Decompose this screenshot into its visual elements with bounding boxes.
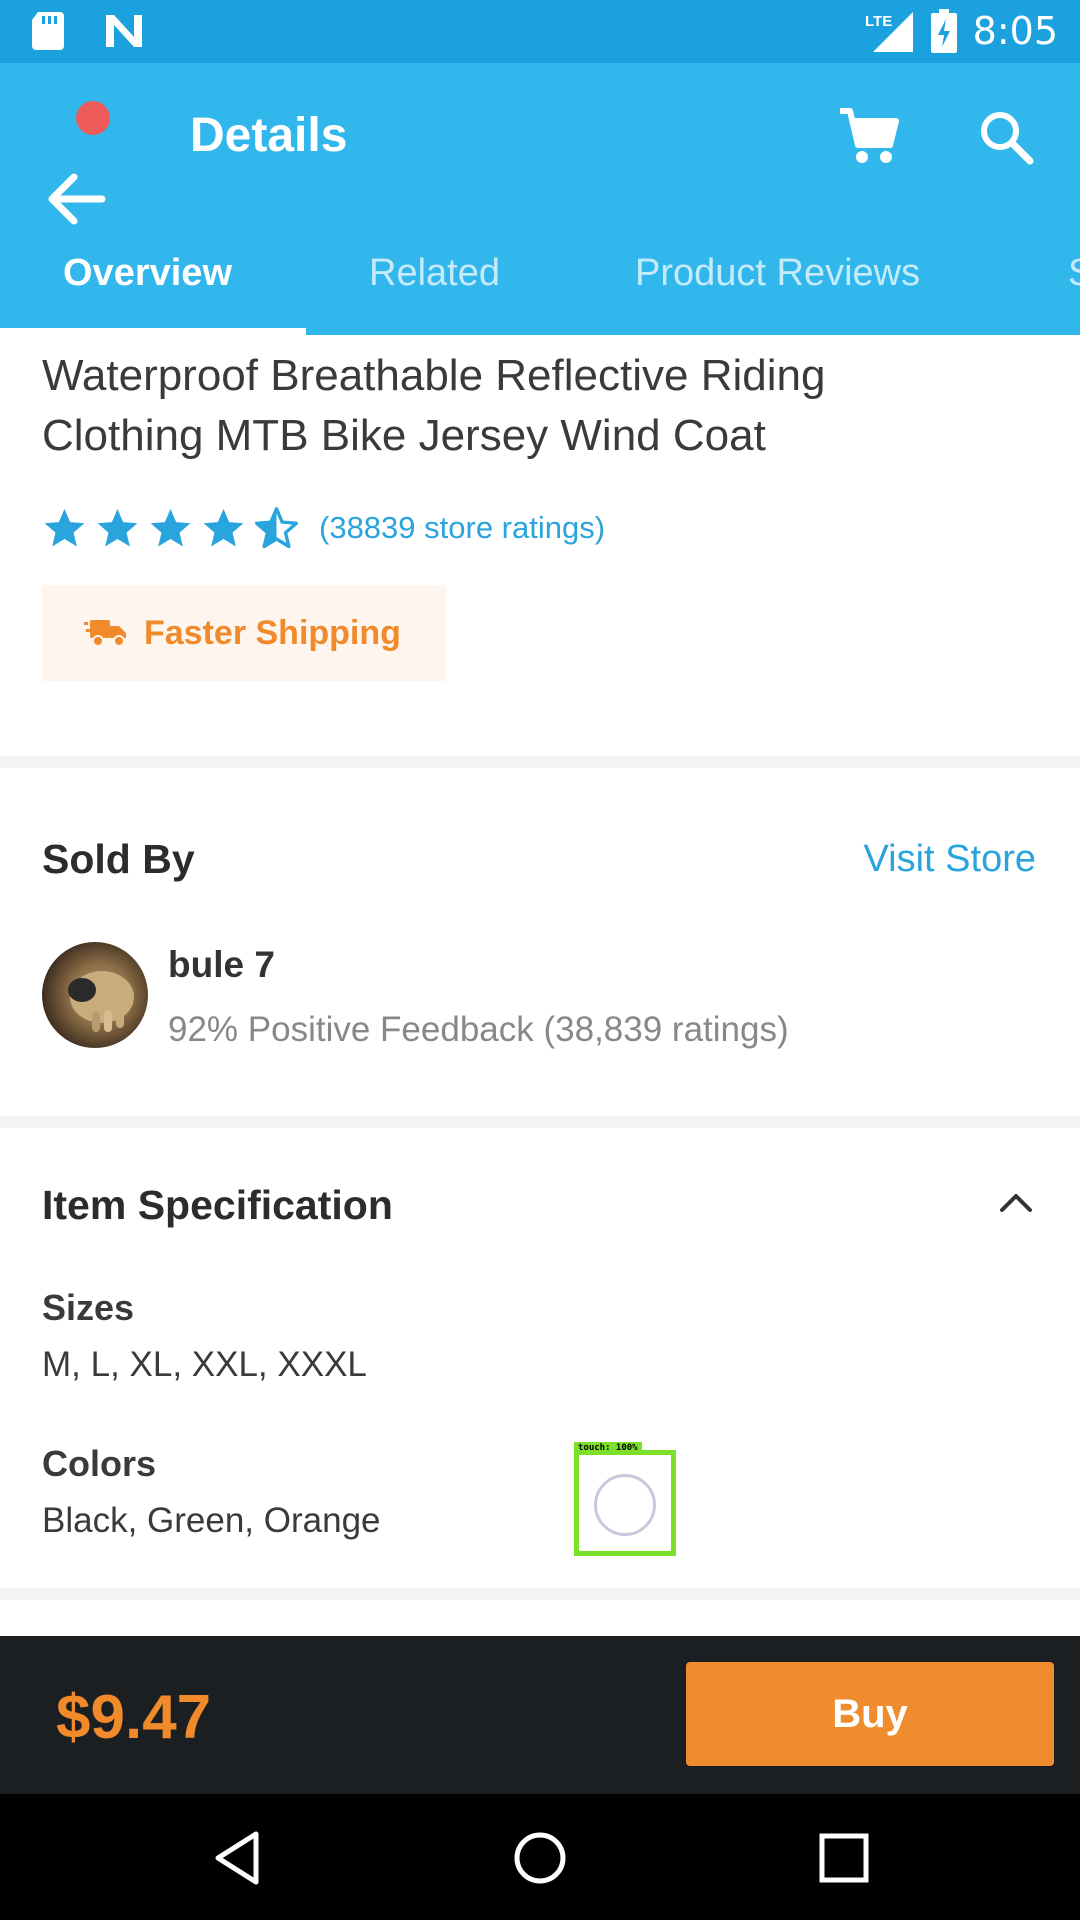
notification-n-icon <box>106 15 142 47</box>
touch-indicator-label: touch: 100% <box>574 1442 642 1454</box>
tab-overflow[interactable]: S <box>1068 252 1080 295</box>
spec-label-colors: Colors <box>42 1443 157 1484</box>
tab-overview[interactable]: Overview <box>63 252 232 295</box>
faster-shipping-label: Faster Shipping <box>144 613 401 652</box>
spec-value-sizes: M, L, XL, XXL, XXXL <box>42 1345 367 1384</box>
divider <box>0 1588 1080 1600</box>
back-arrow-icon[interactable] <box>44 163 114 233</box>
search-icon[interactable] <box>978 109 1034 165</box>
star-half-icon <box>254 506 299 548</box>
lte-signal-icon: LTE <box>865 12 913 52</box>
tab-bar: Overview Related Product Reviews S <box>0 238 1080 335</box>
star-icon <box>44 508 85 546</box>
faster-shipping-badge: Faster Shipping <box>42 585 446 681</box>
network-label: LTE <box>865 13 892 30</box>
product-title-line-1: Waterproof Breathable Reflective Riding <box>42 351 826 400</box>
chevron-up-icon[interactable] <box>996 1188 1036 1218</box>
spec-label-sizes: Sizes <box>42 1287 135 1328</box>
glove-image <box>68 971 134 1032</box>
system-nav-bar <box>0 1794 1080 1920</box>
tab-product-reviews[interactable]: Product Reviews <box>635 252 920 295</box>
item-specification-title: Item Specification <box>42 1182 393 1228</box>
sd-card-icon <box>32 12 64 50</box>
buy-button[interactable]: Buy <box>686 1662 1054 1766</box>
star-icon <box>97 508 138 546</box>
price: $9.47 <box>56 1683 212 1752</box>
seller-feedback: 92% Positive Feedback (38,839 ratings) <box>168 1010 789 1049</box>
app-bar: Details Overview Related Product Reviews… <box>0 63 1080 335</box>
product-title-line-2: Clothing MTB Bike Jersey Wind Coat <box>42 411 766 460</box>
status-bar: LTE 8:05 <box>0 0 1080 63</box>
delivery-truck-icon <box>84 620 126 647</box>
bottom-purchase-bar: $9.47 Buy <box>0 1636 1080 1794</box>
status-time: 8:05 <box>972 9 1058 53</box>
visit-store-link[interactable]: Visit Store <box>864 838 1036 881</box>
rating-row[interactable]: (38839 store ratings) <box>42 504 605 552</box>
seller-avatar[interactable] <box>42 942 148 1048</box>
tab-related[interactable]: Related <box>369 252 500 295</box>
screen: LTE 8:05 Details Overview Related Produc… <box>0 0 1080 1920</box>
nav-recents-icon[interactable] <box>812 1826 876 1890</box>
star-icon <box>150 508 191 546</box>
rating-stars <box>42 506 299 551</box>
sold-by-title: Sold By <box>42 836 195 882</box>
divider <box>0 756 1080 768</box>
nav-home-icon[interactable] <box>508 1826 572 1890</box>
divider <box>0 1116 1080 1128</box>
page-title: Details <box>190 109 348 162</box>
touch-indicator-circle <box>594 1474 656 1536</box>
cart-icon[interactable] <box>838 105 900 167</box>
product-title: Waterproof Breathable Reflective Riding … <box>42 346 1032 466</box>
tab-indicator <box>0 328 306 335</box>
spec-value-colors: Black, Green, Orange <box>42 1501 381 1540</box>
star-icon <box>203 508 244 546</box>
notification-dot <box>76 101 110 135</box>
rating-count[interactable]: (38839 store ratings) <box>319 510 605 546</box>
nav-back-icon[interactable] <box>206 1826 270 1890</box>
seller-name[interactable]: bule 7 <box>168 944 275 986</box>
battery-icon <box>930 9 957 53</box>
